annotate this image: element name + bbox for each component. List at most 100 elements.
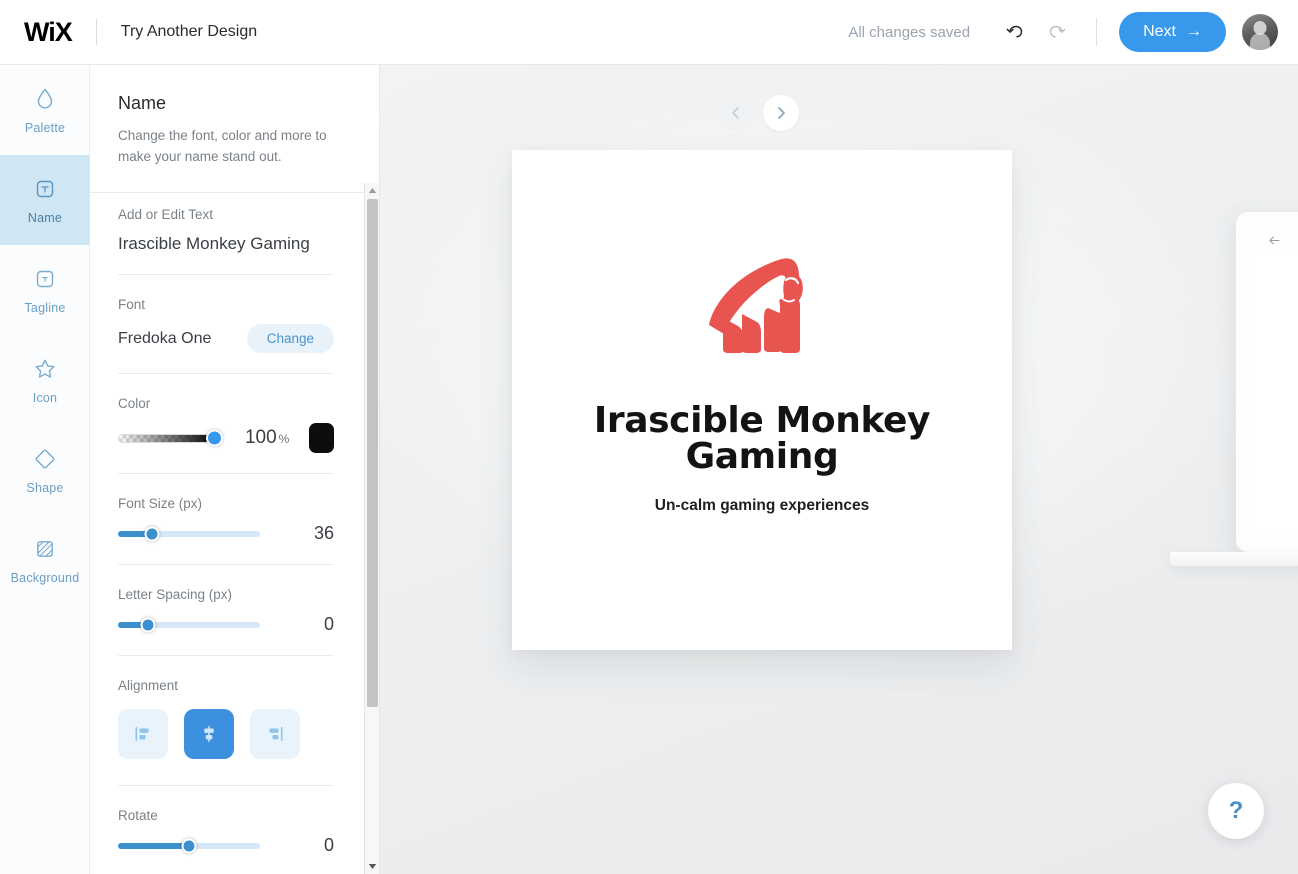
sidebar-item-name[interactable]: Name bbox=[0, 155, 90, 245]
panel-body: Add or Edit Text Irascible Monkey Gaming… bbox=[90, 183, 362, 874]
letter-spacing-value: 0 bbox=[323, 614, 334, 634]
design-navigation bbox=[718, 95, 799, 131]
device-browser-bar bbox=[1254, 226, 1298, 254]
change-font-button[interactable]: Change bbox=[246, 324, 334, 353]
color-swatch[interactable] bbox=[309, 423, 334, 453]
try-another-design-link[interactable]: Try Another Design bbox=[121, 23, 257, 41]
sidebar-item-label: Icon bbox=[32, 390, 58, 405]
letter-spacing-label: Letter Spacing (px) bbox=[118, 587, 233, 602]
letter-spacing-slider[interactable] bbox=[118, 617, 260, 632]
rotate-label: Rotate bbox=[118, 808, 158, 823]
add-or-edit-text-label: Add or Edit Text bbox=[118, 207, 214, 222]
undo-button[interactable] bbox=[998, 15, 1032, 49]
top-bar-actions: All changes saved Next → bbox=[848, 12, 1278, 52]
field-color: Color 100% bbox=[118, 374, 334, 474]
text-box-icon bbox=[36, 180, 54, 197]
next-button[interactable]: Next → bbox=[1119, 12, 1226, 52]
sidebar-item-label: Shape bbox=[26, 480, 64, 495]
align-center-button[interactable] bbox=[184, 709, 234, 759]
color-opacity-slider[interactable] bbox=[118, 429, 223, 447]
opacity-unit: % bbox=[278, 432, 290, 446]
opacity-slider-knob[interactable] bbox=[205, 429, 223, 447]
next-design-button[interactable] bbox=[763, 95, 799, 131]
sidebar-item-tagline[interactable]: Tagline bbox=[0, 245, 90, 335]
scroll-up-arrow[interactable] bbox=[365, 183, 380, 198]
field-alignment: Alignment bbox=[118, 656, 334, 786]
undo-arrow-icon bbox=[1006, 25, 1023, 38]
avatar[interactable] bbox=[1242, 14, 1278, 50]
alignment-label: Alignment bbox=[118, 678, 179, 693]
gorilla-icon bbox=[709, 257, 803, 353]
settings-panel: Name Change the font, color and more to … bbox=[90, 65, 380, 874]
font-label: Font bbox=[118, 297, 146, 312]
color-label: Color bbox=[118, 396, 151, 411]
align-right-icon bbox=[269, 727, 283, 741]
opacity-value: 100% bbox=[245, 427, 289, 449]
sidebar-item-label: Palette bbox=[24, 120, 66, 135]
field-letter-spacing: Letter Spacing (px) 0 bbox=[118, 565, 334, 656]
field-rotate: Rotate 0 bbox=[118, 786, 334, 874]
redo-arrow-icon bbox=[1049, 25, 1066, 38]
star-icon bbox=[35, 359, 55, 378]
font-size-label: Font Size (px) bbox=[118, 496, 203, 511]
chevron-right-icon bbox=[778, 107, 785, 119]
small-text-box-icon bbox=[36, 270, 54, 287]
device-preview bbox=[1236, 212, 1298, 552]
sidebar-item-label: Background bbox=[10, 570, 80, 585]
field-font-size: Font Size (px) 36 bbox=[118, 474, 334, 565]
previous-design-button[interactable] bbox=[718, 95, 754, 131]
font-size-slider-knob[interactable] bbox=[144, 526, 160, 541]
droplet-icon bbox=[37, 88, 53, 108]
header-divider bbox=[95, 19, 97, 45]
sidebar-item-shape[interactable]: Shape bbox=[0, 425, 90, 515]
field-font: Font Fredoka One Change bbox=[118, 275, 334, 374]
chevron-up-icon bbox=[368, 188, 377, 193]
rotate-value: 0 bbox=[323, 835, 334, 855]
device-base bbox=[1170, 552, 1298, 566]
rotate-slider-knob[interactable] bbox=[181, 838, 197, 853]
panel-header: Name Change the font, color and more to … bbox=[90, 65, 379, 193]
logo-preview-card[interactable]: Irascible Monkey Gaming Un-calm gaming e… bbox=[512, 150, 1012, 650]
chevron-down-icon bbox=[368, 864, 377, 869]
hatched-square-icon bbox=[37, 540, 53, 557]
top-bar: WiX Try Another Design All changes saved… bbox=[0, 0, 1298, 65]
arrow-right-icon: → bbox=[1186, 23, 1202, 40]
save-status-text: All changes saved bbox=[848, 23, 971, 41]
align-right-button[interactable] bbox=[250, 709, 300, 759]
logo-text-input[interactable]: Irascible Monkey Gaming bbox=[118, 234, 334, 254]
next-button-label: Next bbox=[1143, 23, 1176, 40]
align-left-button[interactable] bbox=[118, 709, 168, 759]
font-size-value: 36 bbox=[313, 523, 334, 543]
logo-mark bbox=[702, 252, 822, 365]
scroll-down-arrow[interactable] bbox=[365, 859, 380, 874]
align-center-icon bbox=[204, 726, 214, 742]
panel-description: Change the font, color and more to make … bbox=[118, 128, 327, 164]
canvas-stage: Irascible Monkey Gaming Un-calm gaming e… bbox=[380, 65, 1298, 874]
font-size-slider[interactable] bbox=[118, 526, 260, 541]
sidebar-item-icon[interactable]: Icon bbox=[0, 335, 90, 425]
panel-scrollbar[interactable] bbox=[364, 183, 379, 874]
page-title: Name bbox=[118, 93, 167, 113]
font-value: Fredoka One bbox=[118, 329, 212, 347]
chevron-left-icon bbox=[732, 107, 739, 119]
logo-tagline-text: Un-calm gaming experiences bbox=[654, 496, 870, 514]
letter-spacing-slider-knob[interactable] bbox=[140, 617, 156, 632]
align-left-icon bbox=[135, 727, 149, 741]
diamond-icon bbox=[35, 449, 55, 468]
field-text: Add or Edit Text Irascible Monkey Gaming bbox=[118, 183, 334, 275]
sidebar-item-background[interactable]: Background bbox=[0, 515, 90, 605]
scrollbar-thumb[interactable] bbox=[367, 199, 378, 707]
left-sidebar: Palette Name Tagline Icon Shape Backgrou… bbox=[0, 65, 90, 874]
device-screen bbox=[1254, 256, 1298, 530]
sidebar-item-palette[interactable]: Palette bbox=[0, 65, 90, 155]
sidebar-item-label: Name bbox=[27, 210, 63, 225]
opacity-number: 100 bbox=[244, 427, 277, 448]
logo-name-text: Irascible Monkey Gaming bbox=[593, 399, 931, 477]
redo-button[interactable] bbox=[1040, 15, 1074, 49]
wix-logo[interactable]: WiX bbox=[24, 18, 73, 46]
sidebar-item-label: Tagline bbox=[24, 300, 66, 315]
browser-back-icon bbox=[1269, 235, 1280, 245]
help-button[interactable]: ? bbox=[1208, 783, 1264, 839]
actions-divider bbox=[1096, 18, 1098, 46]
rotate-slider[interactable] bbox=[118, 838, 260, 853]
